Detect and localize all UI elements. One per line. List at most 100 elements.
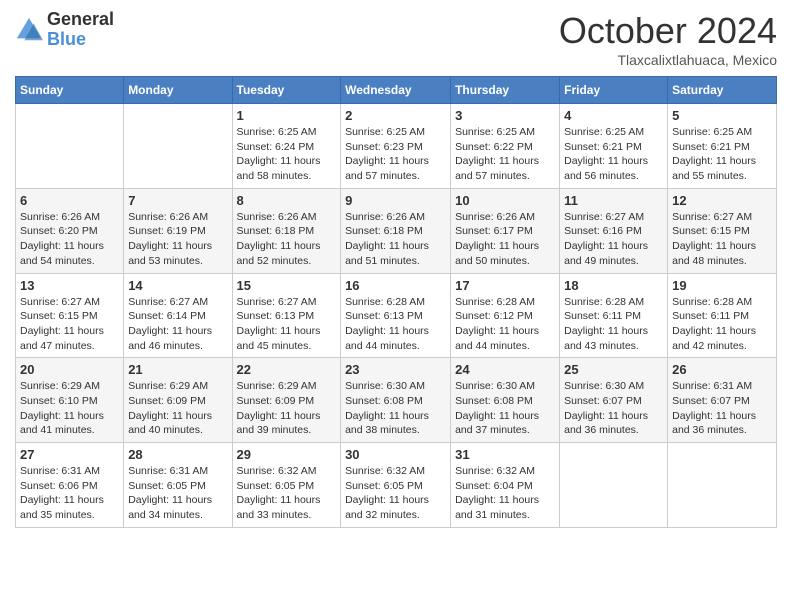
logo: General Blue (15, 10, 114, 50)
logo-blue: Blue (47, 30, 114, 50)
location-title: Tlaxcalixtlahuaca, Mexico (559, 52, 777, 68)
day-info: Sunrise: 6:25 AM Sunset: 6:21 PM Dayligh… (672, 125, 772, 184)
day-info: Sunrise: 6:25 AM Sunset: 6:24 PM Dayligh… (237, 125, 337, 184)
calendar-cell: 6 Sunrise: 6:26 AM Sunset: 6:20 PM Daylig… (16, 188, 124, 273)
day-info: Sunrise: 6:30 AM Sunset: 6:07 PM Dayligh… (564, 379, 663, 438)
calendar-cell: 27 Sunrise: 6:31 AM Sunset: 6:06 PM Dayli… (16, 443, 124, 528)
day-number: 12 (672, 193, 772, 208)
day-info: Sunrise: 6:26 AM Sunset: 6:18 PM Dayligh… (345, 210, 446, 269)
day-number: 9 (345, 193, 446, 208)
month-title: October 2024 (559, 10, 777, 52)
calendar-cell: 30Sunrise: 6:32 AM Sunset: 6:05 PM Dayli… (341, 443, 451, 528)
day-info: Sunrise: 6:28 AM Sunset: 6:11 PM Dayligh… (672, 295, 772, 354)
logo-general: General (47, 10, 114, 30)
logo-text: General Blue (47, 10, 114, 50)
page-header: General Blue October 2024 Tlaxcalixtlahu… (15, 10, 777, 68)
day-number: 28 (128, 447, 227, 462)
calendar-cell: 11Sunrise: 6:27 AM Sunset: 6:16 PM Dayli… (560, 188, 668, 273)
day-info: Sunrise: 6:27 AM Sunset: 6:15 PM Dayligh… (20, 295, 119, 354)
calendar-week-row: 13 Sunrise: 6:27 AM Sunset: 6:15 PM Dayli… (16, 273, 777, 358)
day-number: 15 (237, 278, 337, 293)
calendar-cell: 16 Sunrise: 6:28 AM Sunset: 6:13 PM Dayli… (341, 273, 451, 358)
day-info: Sunrise: 6:26 AM Sunset: 6:20 PM Dayligh… (20, 210, 119, 269)
day-info: Sunrise: 6:29 AM Sunset: 6:09 PM Dayligh… (128, 379, 227, 438)
day-info: Sunrise: 6:25 AM Sunset: 6:21 PM Dayligh… (564, 125, 663, 184)
day-number: 29 (237, 447, 337, 462)
day-number: 23 (345, 362, 446, 377)
day-number: 5 (672, 108, 772, 123)
day-number: 11 (564, 193, 663, 208)
calendar-cell (124, 104, 232, 189)
calendar-week-row: 27 Sunrise: 6:31 AM Sunset: 6:06 PM Dayli… (16, 443, 777, 528)
day-info: Sunrise: 6:29 AM Sunset: 6:10 PM Dayligh… (20, 379, 119, 438)
day-info: Sunrise: 6:27 AM Sunset: 6:15 PM Dayligh… (672, 210, 772, 269)
calendar-cell: 29Sunrise: 6:32 AM Sunset: 6:05 PM Dayli… (232, 443, 341, 528)
calendar-cell (560, 443, 668, 528)
day-info: Sunrise: 6:28 AM Sunset: 6:11 PM Dayligh… (564, 295, 663, 354)
day-info: Sunrise: 6:30 AM Sunset: 6:08 PM Dayligh… (345, 379, 446, 438)
calendar-week-row: 6 Sunrise: 6:26 AM Sunset: 6:20 PM Daylig… (16, 188, 777, 273)
day-number: 18 (564, 278, 663, 293)
calendar-cell: 24 Sunrise: 6:30 AM Sunset: 6:08 PM Dayli… (451, 358, 560, 443)
day-header-tuesday: Tuesday (232, 77, 341, 104)
day-info: Sunrise: 6:30 AM Sunset: 6:08 PM Dayligh… (455, 379, 555, 438)
day-number: 24 (455, 362, 555, 377)
calendar-header-row: SundayMondayTuesdayWednesdayThursdayFrid… (16, 77, 777, 104)
day-header-friday: Friday (560, 77, 668, 104)
calendar-cell: 12 Sunrise: 6:27 AM Sunset: 6:15 PM Dayli… (668, 188, 777, 273)
day-info: Sunrise: 6:28 AM Sunset: 6:13 PM Dayligh… (345, 295, 446, 354)
calendar-cell: 5 Sunrise: 6:25 AM Sunset: 6:21 PM Daylig… (668, 104, 777, 189)
day-number: 6 (20, 193, 119, 208)
calendar-cell: 31Sunrise: 6:32 AM Sunset: 6:04 PM Dayli… (451, 443, 560, 528)
day-number: 16 (345, 278, 446, 293)
day-info: Sunrise: 6:26 AM Sunset: 6:18 PM Dayligh… (237, 210, 337, 269)
calendar-table: SundayMondayTuesdayWednesdayThursdayFrid… (15, 76, 777, 528)
calendar-cell: 21 Sunrise: 6:29 AM Sunset: 6:09 PM Dayli… (124, 358, 232, 443)
calendar-cell: 18 Sunrise: 6:28 AM Sunset: 6:11 PM Dayli… (560, 273, 668, 358)
calendar-week-row: 20Sunrise: 6:29 AM Sunset: 6:10 PM Dayli… (16, 358, 777, 443)
day-info: Sunrise: 6:25 AM Sunset: 6:22 PM Dayligh… (455, 125, 555, 184)
day-info: Sunrise: 6:27 AM Sunset: 6:13 PM Dayligh… (237, 295, 337, 354)
day-number: 4 (564, 108, 663, 123)
day-number: 10 (455, 193, 555, 208)
calendar-cell: 23 Sunrise: 6:30 AM Sunset: 6:08 PM Dayli… (341, 358, 451, 443)
calendar-cell: 9 Sunrise: 6:26 AM Sunset: 6:18 PM Daylig… (341, 188, 451, 273)
calendar-cell: 15 Sunrise: 6:27 AM Sunset: 6:13 PM Dayli… (232, 273, 341, 358)
calendar-cell (16, 104, 124, 189)
day-header-wednesday: Wednesday (341, 77, 451, 104)
day-info: Sunrise: 6:28 AM Sunset: 6:12 PM Dayligh… (455, 295, 555, 354)
day-info: Sunrise: 6:31 AM Sunset: 6:05 PM Dayligh… (128, 464, 227, 523)
calendar-cell: 8 Sunrise: 6:26 AM Sunset: 6:18 PM Daylig… (232, 188, 341, 273)
day-number: 17 (455, 278, 555, 293)
day-number: 8 (237, 193, 337, 208)
day-info: Sunrise: 6:31 AM Sunset: 6:06 PM Dayligh… (20, 464, 119, 523)
calendar-cell: 25 Sunrise: 6:30 AM Sunset: 6:07 PM Dayli… (560, 358, 668, 443)
day-header-monday: Monday (124, 77, 232, 104)
day-info: Sunrise: 6:31 AM Sunset: 6:07 PM Dayligh… (672, 379, 772, 438)
day-number: 1 (237, 108, 337, 123)
day-number: 7 (128, 193, 227, 208)
calendar-cell: 10 Sunrise: 6:26 AM Sunset: 6:17 PM Dayli… (451, 188, 560, 273)
day-number: 30 (345, 447, 446, 462)
day-number: 22 (237, 362, 337, 377)
calendar-cell: 28 Sunrise: 6:31 AM Sunset: 6:05 PM Dayli… (124, 443, 232, 528)
day-header-thursday: Thursday (451, 77, 560, 104)
day-number: 19 (672, 278, 772, 293)
calendar-cell: 7Sunrise: 6:26 AM Sunset: 6:19 PM Daylig… (124, 188, 232, 273)
day-number: 13 (20, 278, 119, 293)
day-info: Sunrise: 6:26 AM Sunset: 6:17 PM Dayligh… (455, 210, 555, 269)
calendar-cell: 19 Sunrise: 6:28 AM Sunset: 6:11 PM Dayli… (668, 273, 777, 358)
calendar-cell: 22 Sunrise: 6:29 AM Sunset: 6:09 PM Dayli… (232, 358, 341, 443)
day-info: Sunrise: 6:25 AM Sunset: 6:23 PM Dayligh… (345, 125, 446, 184)
day-info: Sunrise: 6:29 AM Sunset: 6:09 PM Dayligh… (237, 379, 337, 438)
day-number: 27 (20, 447, 119, 462)
day-header-saturday: Saturday (668, 77, 777, 104)
day-number: 2 (345, 108, 446, 123)
calendar-cell: 26 Sunrise: 6:31 AM Sunset: 6:07 PM Dayli… (668, 358, 777, 443)
day-number: 21 (128, 362, 227, 377)
calendar-cell: 4 Sunrise: 6:25 AM Sunset: 6:21 PM Daylig… (560, 104, 668, 189)
day-number: 26 (672, 362, 772, 377)
day-number: 25 (564, 362, 663, 377)
day-number: 14 (128, 278, 227, 293)
day-info: Sunrise: 6:27 AM Sunset: 6:14 PM Dayligh… (128, 295, 227, 354)
